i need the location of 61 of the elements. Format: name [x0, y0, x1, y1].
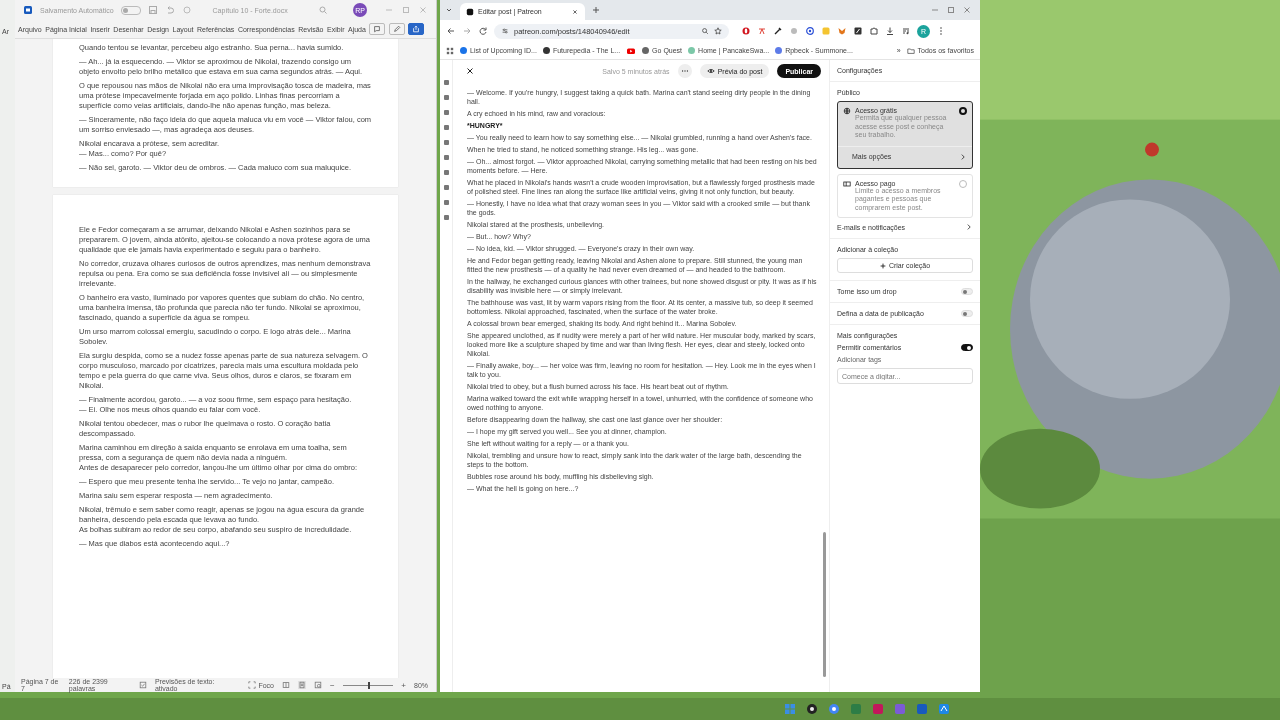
sidebar-icon[interactable] [443, 80, 449, 85]
fox-icon[interactable] [837, 26, 847, 36]
puzzle-icon[interactable] [869, 26, 879, 36]
search-icon[interactable] [318, 5, 328, 15]
sidebar-icon[interactable] [443, 200, 449, 205]
taskbar-app-icon[interactable] [806, 703, 818, 715]
sidebar-icon[interactable] [443, 155, 449, 160]
eyedropper-icon[interactable] [773, 26, 783, 36]
forward-icon[interactable] [462, 26, 472, 36]
chevron-right-icon [959, 152, 967, 161]
sidebar-icon[interactable] [443, 110, 449, 115]
star-icon[interactable] [714, 27, 722, 35]
more-options-button[interactable] [677, 64, 692, 78]
folder-icon [906, 46, 915, 55]
more-icon [680, 67, 689, 75]
maximize-icon[interactable] [946, 5, 956, 15]
media-icon[interactable] [901, 26, 911, 36]
sidebar-icon[interactable] [443, 185, 449, 190]
proofing-icon[interactable] [138, 681, 147, 689]
zoom-icon[interactable] [701, 27, 709, 35]
plus-icon [879, 262, 886, 269]
scrollbar-thumb[interactable] [823, 532, 826, 677]
pen-icon [392, 25, 401, 33]
site-favicon [466, 7, 474, 16]
windows-start-icon[interactable] [784, 703, 796, 715]
autosave-toggle[interactable] [120, 5, 141, 15]
sidebar-icon[interactable] [443, 125, 449, 130]
extension-icon[interactable] [741, 26, 751, 36]
share-icon [412, 25, 421, 33]
share-button[interactable] [408, 23, 425, 35]
web-layout-icon[interactable] [313, 681, 322, 689]
save-icon[interactable] [147, 5, 158, 15]
site-info-icon[interactable] [501, 27, 509, 35]
new-tab-icon[interactable] [591, 5, 601, 15]
zoom-in-button[interactable]: + [401, 680, 406, 690]
browser-taskbar-icon[interactable] [828, 703, 840, 715]
eye-icon [706, 67, 715, 75]
read-mode-icon[interactable] [281, 681, 290, 689]
sidebar-icon[interactable] [443, 170, 449, 175]
editing-button[interactable] [388, 23, 405, 35]
download-icon[interactable] [885, 26, 895, 36]
sidebar-icon[interactable] [443, 140, 449, 145]
extension-icon[interactable] [853, 26, 863, 36]
globe-icon [843, 107, 851, 115]
focus-icon [248, 681, 257, 689]
comment-icon [373, 25, 382, 33]
ticket-icon [843, 179, 851, 188]
chevron-right-icon [965, 223, 973, 231]
toggle-switch[interactable] [961, 344, 973, 351]
back-icon[interactable] [446, 26, 456, 36]
print-layout-icon[interactable] [297, 681, 306, 689]
sidebar-icon[interactable] [443, 95, 449, 100]
zoom-slider-thumb[interactable] [367, 681, 370, 689]
close-icon[interactable] [465, 66, 475, 76]
zoom-out-button[interactable]: − [329, 680, 335, 690]
apps-icon[interactable] [446, 46, 454, 55]
radio-button[interactable] [959, 107, 967, 115]
document-app-icon[interactable] [23, 5, 33, 15]
reload-icon[interactable] [478, 26, 488, 36]
sidebar-icon[interactable] [443, 215, 449, 220]
comments-button[interactable] [369, 23, 386, 35]
